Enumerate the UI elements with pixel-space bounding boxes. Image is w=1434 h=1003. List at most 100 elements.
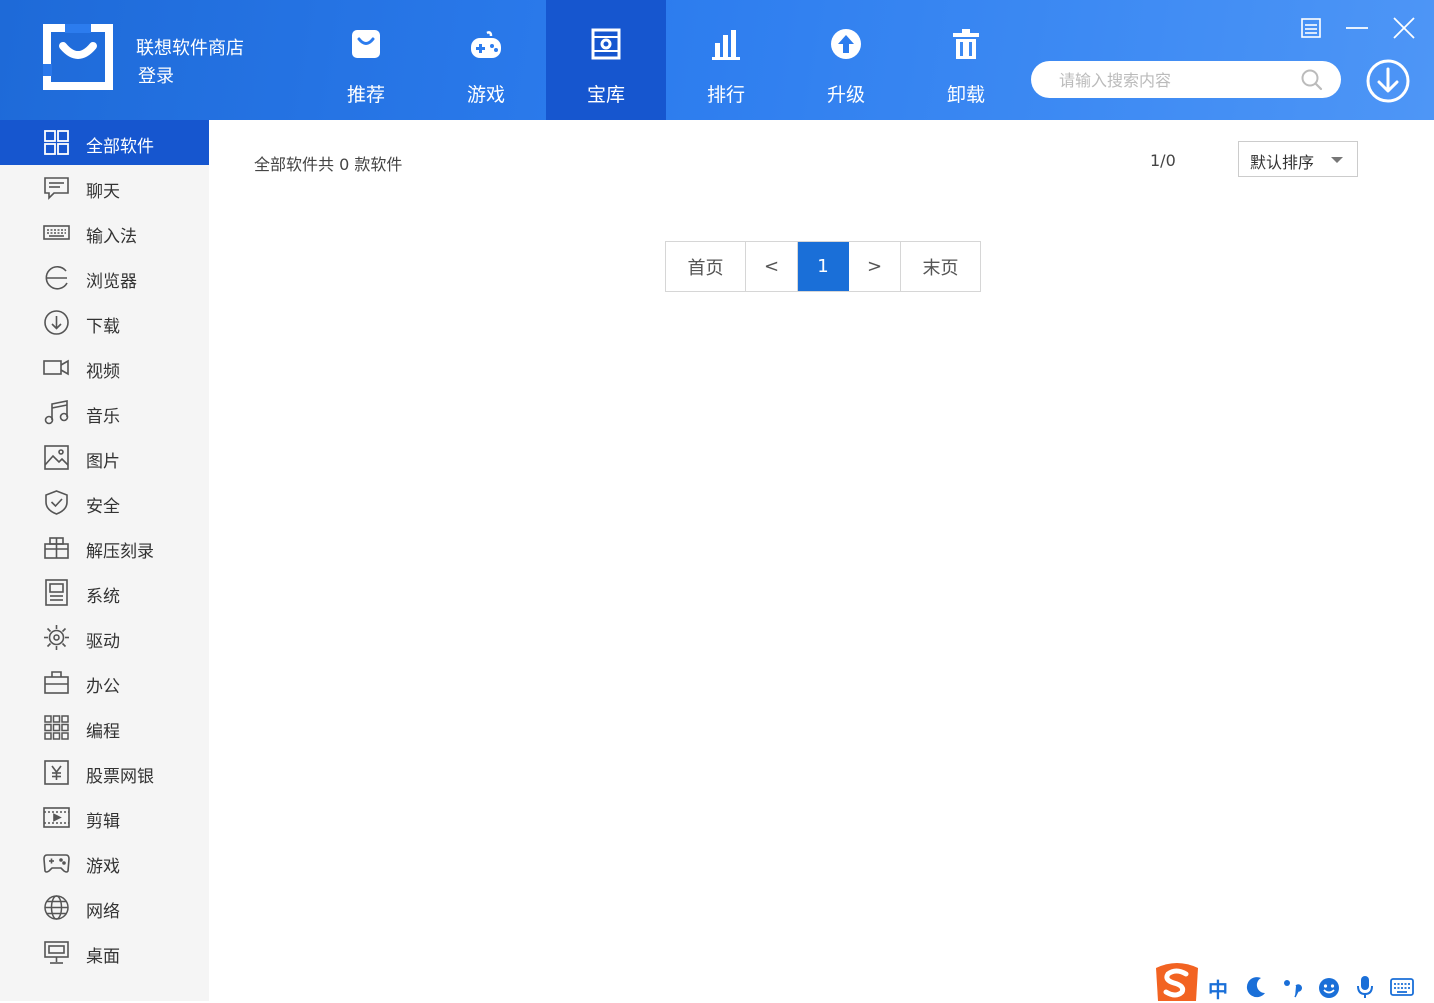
prev-page-button[interactable]: < xyxy=(746,242,798,291)
tab-upgrade[interactable]: 升级 xyxy=(786,0,906,120)
sidebar-item-desktop[interactable]: 桌面 xyxy=(0,930,209,975)
search-box xyxy=(1031,61,1341,98)
sidebar-item-label: 图片 xyxy=(86,452,120,472)
ime-chinese-mode[interactable]: 中 xyxy=(1208,974,1228,1003)
keyboard-icon xyxy=(43,219,70,246)
tab-label: 排行 xyxy=(706,84,745,106)
film-icon xyxy=(43,804,70,831)
sidebar-item-driver[interactable]: 驱动 xyxy=(0,615,209,660)
tab-label: 游戏 xyxy=(466,84,505,106)
sidebar-item-label: 网络 xyxy=(86,902,120,922)
music-note-icon xyxy=(43,399,70,426)
app-header: 联想软件商店 登录 推荐 游戏 宝库 排行 升级 卸载 请输入搜索内容 xyxy=(0,0,1434,120)
search-input[interactable] xyxy=(1057,67,1301,93)
sidebar-item-chat[interactable]: 聊天 xyxy=(0,165,209,210)
shield-icon xyxy=(43,489,70,516)
grid-icon xyxy=(43,129,70,156)
punctuation-icon[interactable] xyxy=(1282,978,1302,998)
sidebar-item-label: 音乐 xyxy=(86,407,120,427)
sidebar-item-stocks-banking[interactable]: 股票网银 xyxy=(0,750,209,795)
download-manager-button[interactable] xyxy=(1365,58,1411,104)
minimize-button[interactable] xyxy=(1344,15,1370,41)
sidebar-item-picture[interactable]: 图片 xyxy=(0,435,209,480)
tab-ranking[interactable]: 排行 xyxy=(666,0,786,120)
page-indicator: 1/0 xyxy=(1150,151,1176,170)
category-sidebar: 全部软件 聊天 输入法 浏览器 下载 视频 音乐 图片 安全 解压刻录 系统 驱… xyxy=(0,120,209,1001)
chevron-down-icon xyxy=(1331,157,1343,163)
sogou-logo-icon[interactable] xyxy=(1152,962,1202,1001)
sidebar-item-all-software[interactable]: 全部软件 xyxy=(0,120,209,165)
menu-button[interactable] xyxy=(1298,15,1324,41)
sidebar-item-system[interactable]: 系统 xyxy=(0,570,209,615)
download-circle-icon xyxy=(1366,59,1410,103)
sidebar-item-browser[interactable]: 浏览器 xyxy=(0,255,209,300)
sidebar-item-input-method[interactable]: 输入法 xyxy=(0,210,209,255)
microphone-icon[interactable] xyxy=(1356,975,1374,999)
minimize-icon xyxy=(1346,27,1368,29)
sidebar-item-label: 安全 xyxy=(86,497,120,517)
modules-icon xyxy=(43,714,70,741)
sidebar-item-label: 系统 xyxy=(86,587,120,607)
picture-icon xyxy=(43,444,70,471)
sidebar-item-label: 驱动 xyxy=(86,632,120,652)
upgrade-arrow-icon xyxy=(829,27,863,61)
sidebar-item-security[interactable]: 安全 xyxy=(0,480,209,525)
sidebar-item-label: 游戏 xyxy=(86,857,120,877)
trash-icon xyxy=(949,27,983,61)
sidebar-item-label: 输入法 xyxy=(86,227,137,247)
tab-label: 卸载 xyxy=(946,84,985,106)
ime-toolbar: 中 xyxy=(1152,962,1434,1003)
tab-treasury[interactable]: 宝库 xyxy=(546,0,666,120)
close-button[interactable] xyxy=(1391,15,1417,41)
sidebar-item-video[interactable]: 视频 xyxy=(0,345,209,390)
next-page-button[interactable]: > xyxy=(849,242,901,291)
app-title: 联想软件商店 xyxy=(136,38,244,59)
sidebar-item-editing[interactable]: 剪辑 xyxy=(0,795,209,840)
close-icon xyxy=(1393,17,1415,39)
sidebar-item-label: 桌面 xyxy=(86,947,120,967)
tab-recommend[interactable]: 推荐 xyxy=(306,0,426,120)
sidebar-item-network[interactable]: 网络 xyxy=(0,885,209,930)
sidebar-item-office[interactable]: 办公 xyxy=(0,660,209,705)
tab-label: 宝库 xyxy=(586,84,625,106)
soft-keyboard-icon[interactable] xyxy=(1390,978,1414,996)
search-icon[interactable] xyxy=(1300,68,1324,92)
sidebar-item-archive[interactable]: 解压刻录 xyxy=(0,525,209,570)
moon-icon[interactable] xyxy=(1245,976,1267,998)
tab-uninstall[interactable]: 卸载 xyxy=(906,0,1026,120)
bar-chart-icon xyxy=(709,27,743,61)
chat-icon xyxy=(43,174,70,201)
tab-games[interactable]: 游戏 xyxy=(426,0,546,120)
sidebar-item-label: 解压刻录 xyxy=(86,542,154,562)
archive-icon xyxy=(43,534,70,561)
sidebar-item-label: 浏览器 xyxy=(86,272,137,292)
emoji-icon[interactable] xyxy=(1318,977,1340,999)
sort-selected-label: 默认排序 xyxy=(1250,153,1315,172)
page-number-button[interactable]: 1 xyxy=(798,242,849,291)
yuan-icon xyxy=(43,759,70,786)
sidebar-item-games[interactable]: 游戏 xyxy=(0,840,209,885)
bag-icon xyxy=(349,27,383,61)
monitor-icon xyxy=(43,939,70,966)
sidebar-item-label: 视频 xyxy=(86,362,120,382)
gamepad-outline-icon xyxy=(43,849,70,876)
app-logo-icon xyxy=(43,24,113,90)
tab-label: 升级 xyxy=(826,84,865,106)
sidebar-item-label: 编程 xyxy=(86,722,120,742)
video-camera-icon xyxy=(43,354,70,381)
system-icon xyxy=(43,579,70,606)
sidebar-item-music[interactable]: 音乐 xyxy=(0,390,209,435)
menu-icon xyxy=(1301,18,1321,38)
browser-icon xyxy=(43,264,70,291)
sidebar-item-label: 剪辑 xyxy=(86,812,120,832)
sidebar-item-download[interactable]: 下载 xyxy=(0,300,209,345)
sort-dropdown[interactable]: 默认排序 xyxy=(1238,141,1358,177)
download-icon xyxy=(43,309,70,336)
login-link[interactable]: 登录 xyxy=(138,62,174,88)
last-page-button[interactable]: 末页 xyxy=(901,242,980,291)
gear-icon xyxy=(43,624,70,651)
first-page-button[interactable]: 首页 xyxy=(666,242,746,291)
pagination: 首页 < 1 > 末页 xyxy=(665,241,981,292)
sidebar-item-programming[interactable]: 编程 xyxy=(0,705,209,750)
sidebar-item-label: 办公 xyxy=(86,677,120,697)
